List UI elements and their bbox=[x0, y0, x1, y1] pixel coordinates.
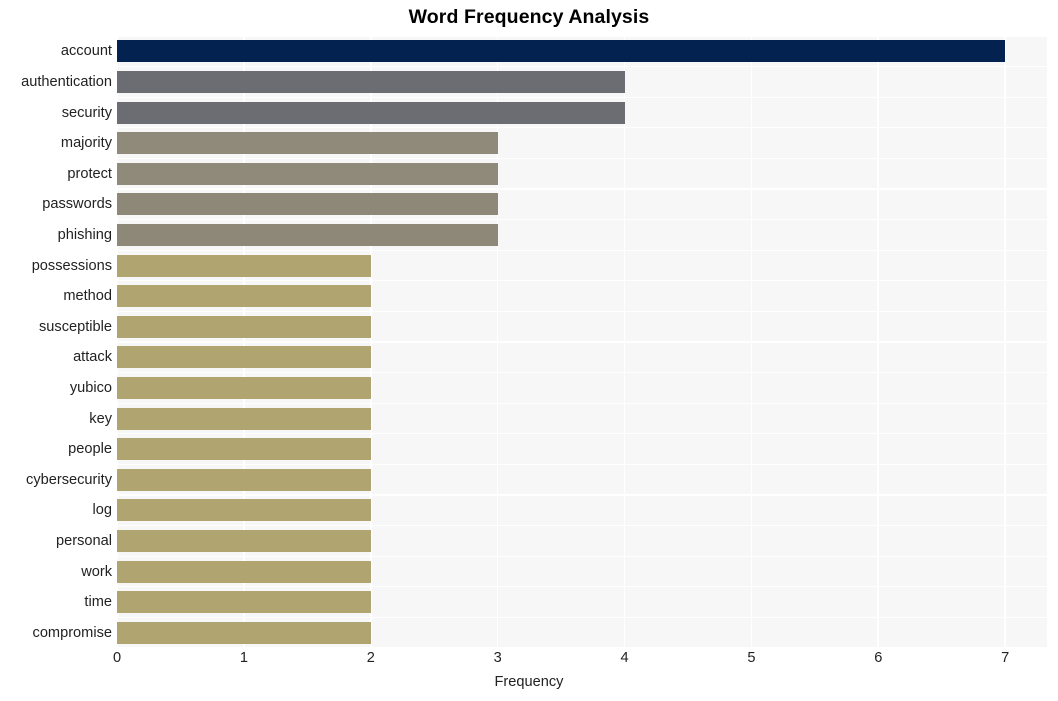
gridline-horizontal bbox=[117, 157, 1047, 159]
y-tick-label-log: log bbox=[92, 502, 112, 519]
bar-yubico bbox=[117, 376, 371, 399]
bar-compromise bbox=[117, 621, 371, 644]
y-tick-label-time: time bbox=[84, 594, 112, 611]
bar-security bbox=[117, 101, 625, 124]
y-tick-label-key: key bbox=[89, 410, 112, 427]
gridline-horizontal bbox=[117, 372, 1047, 374]
gridline-horizontal bbox=[117, 647, 1047, 648]
bar-authentication bbox=[117, 70, 625, 93]
gridline-horizontal bbox=[117, 494, 1047, 496]
chart-figure: Word Frequency Analysis account authentic… bbox=[0, 0, 1058, 701]
bar-possessions bbox=[117, 254, 371, 277]
gridline-horizontal bbox=[117, 402, 1047, 404]
gridline-horizontal bbox=[117, 555, 1047, 557]
bar-majority bbox=[117, 132, 498, 155]
gridline-horizontal bbox=[117, 280, 1047, 282]
bar-cybersecurity bbox=[117, 468, 371, 491]
y-tick-label-possessions: possessions bbox=[31, 257, 112, 274]
gridline-horizontal bbox=[117, 341, 1047, 343]
gridline-horizontal bbox=[117, 249, 1047, 251]
bar-passwords bbox=[117, 193, 498, 216]
y-tick-label-authentication: authentication bbox=[21, 73, 112, 90]
gridline-horizontal bbox=[117, 525, 1047, 527]
bar-work bbox=[117, 560, 371, 583]
x-tick-label-5: 5 bbox=[747, 650, 756, 666]
y-tick-label-cybersecurity: cybersecurity bbox=[26, 471, 112, 488]
gridline-horizontal bbox=[117, 188, 1047, 190]
y-tick-label-work: work bbox=[81, 563, 112, 580]
chart-title: Word Frequency Analysis bbox=[408, 6, 650, 28]
bar-phishing bbox=[117, 223, 498, 246]
plot-area bbox=[117, 36, 1047, 648]
gridline-horizontal bbox=[117, 66, 1047, 68]
y-tick-label-personal: personal bbox=[56, 532, 112, 549]
y-tick-label-compromise: compromise bbox=[32, 624, 112, 641]
bar-key bbox=[117, 407, 371, 430]
y-tick-label-phishing: phishing bbox=[57, 226, 112, 243]
bar-protect bbox=[117, 162, 498, 185]
gridline-horizontal bbox=[117, 36, 1047, 37]
gridline-horizontal bbox=[117, 433, 1047, 435]
bar-account bbox=[117, 40, 1006, 63]
y-tick-label-security: security bbox=[61, 104, 112, 121]
y-tick-label-account: account bbox=[60, 43, 112, 60]
bar-time bbox=[117, 591, 371, 614]
bar-personal bbox=[117, 529, 371, 552]
y-tick-label-susceptible: susceptible bbox=[38, 318, 112, 335]
x-tick-label-3: 3 bbox=[493, 650, 502, 666]
y-tick-label-yubico: yubico bbox=[69, 379, 112, 396]
x-axis-label: Frequency bbox=[494, 674, 564, 690]
gridline-horizontal bbox=[117, 127, 1047, 129]
gridline-horizontal bbox=[117, 463, 1047, 465]
x-tick-label-6: 6 bbox=[874, 650, 883, 666]
gridline-horizontal bbox=[117, 616, 1047, 618]
bar-method bbox=[117, 285, 371, 308]
x-tick-label-2: 2 bbox=[366, 650, 375, 666]
y-tick-label-passwords: passwords bbox=[42, 196, 112, 213]
y-tick-label-method: method bbox=[63, 288, 112, 305]
bar-attack bbox=[117, 346, 371, 369]
y-tick-label-people: people bbox=[68, 441, 112, 458]
x-tick-label-1: 1 bbox=[239, 650, 248, 666]
gridline-horizontal bbox=[117, 96, 1047, 98]
y-tick-label-attack: attack bbox=[73, 349, 112, 366]
x-tick-label-0: 0 bbox=[112, 650, 122, 666]
bar-susceptible bbox=[117, 315, 371, 338]
gridline-horizontal bbox=[117, 219, 1047, 221]
bar-log bbox=[117, 499, 371, 522]
gridline-horizontal bbox=[117, 310, 1047, 312]
y-tick-label-protect: protect bbox=[67, 165, 112, 182]
y-tick-label-majority: majority bbox=[60, 135, 112, 152]
x-tick-label-7: 7 bbox=[1001, 650, 1010, 666]
gridline-horizontal bbox=[117, 586, 1047, 588]
x-tick-label-4: 4 bbox=[620, 650, 629, 666]
bar-people bbox=[117, 438, 371, 461]
